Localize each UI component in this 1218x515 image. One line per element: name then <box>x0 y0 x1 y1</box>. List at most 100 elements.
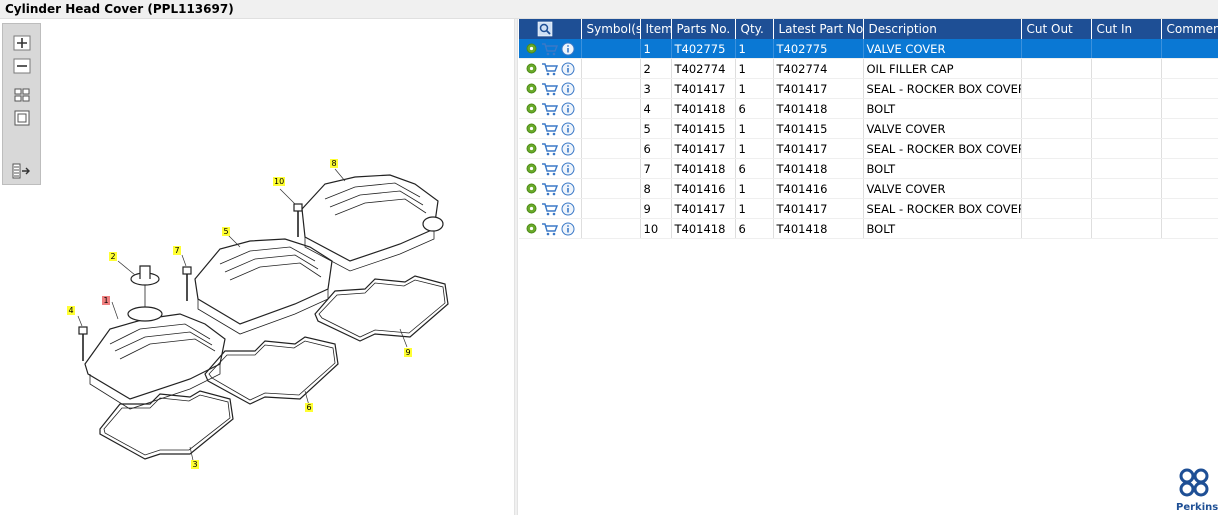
info-icon[interactable] <box>561 202 575 216</box>
description-cell: VALVE COVER <box>863 178 1022 199</box>
callout-3[interactable]: 3 <box>193 460 198 469</box>
gear-icon[interactable] <box>525 102 538 115</box>
part-no-cell: T401416 <box>671 178 736 199</box>
symbols-cell <box>581 198 641 219</box>
item-cell: 7 <box>640 158 672 179</box>
table-row[interactable]: 3 T401417 1 T401417 SEAL - ROCKER BOX COVER <box>519 78 1218 99</box>
info-icon[interactable] <box>561 42 575 56</box>
cut-out-cell <box>1021 39 1092 59</box>
callout-10[interactable]: 10 <box>274 177 284 186</box>
qty-cell: 1 <box>735 118 774 139</box>
info-icon[interactable] <box>561 82 575 96</box>
column-header-item[interactable]: Item <box>640 19 672 39</box>
callout-4[interactable]: 4 <box>69 306 74 315</box>
gear-icon[interactable] <box>525 82 538 95</box>
callout-8[interactable]: 8 <box>332 159 337 168</box>
fit-page-button[interactable] <box>12 86 32 103</box>
comment-cell <box>1161 218 1218 239</box>
item-cell: 9 <box>640 198 672 219</box>
viewer-toolbar <box>2 23 41 185</box>
column-header-cut-out[interactable]: Cut Out <box>1021 19 1092 39</box>
symbols-cell <box>581 218 641 239</box>
column-header-cut-in[interactable]: Cut In <box>1091 19 1162 39</box>
cart-icon[interactable] <box>541 182 558 196</box>
qty-cell: 1 <box>735 58 774 79</box>
table-row[interactable]: 5 T401415 1 T401415 VALVE COVER <box>519 118 1218 139</box>
column-header-symbols[interactable]: Symbol(s) <box>581 19 641 39</box>
table-row[interactable]: 10 T401418 6 T401418 BOLT <box>519 218 1218 239</box>
cut-in-cell <box>1091 138 1162 159</box>
zoom-out-button[interactable] <box>12 57 32 74</box>
info-icon[interactable] <box>561 182 575 196</box>
table-row[interactable]: 7 T401418 6 T401418 BOLT <box>519 158 1218 179</box>
callout-6[interactable]: 6 <box>307 403 312 412</box>
zoom-in-button[interactable] <box>12 34 32 51</box>
cut-out-cell <box>1021 138 1092 159</box>
perkins-logo-text: Perkins <box>1176 502 1218 513</box>
column-header-latest-part-no[interactable]: Latest Part No. <box>773 19 864 39</box>
column-header-qty[interactable]: Qty. <box>735 19 774 39</box>
description-cell: BOLT <box>863 158 1022 179</box>
column-header-part-no[interactable]: Parts No. <box>671 19 736 39</box>
info-icon[interactable] <box>561 162 575 176</box>
latest-part-no-cell: T401417 <box>773 78 864 99</box>
qty-cell: 1 <box>735 198 774 219</box>
cart-icon[interactable] <box>541 142 558 156</box>
table-row[interactable]: 9 T401417 1 T401417 SEAL - ROCKER BOX COVER <box>519 198 1218 219</box>
cart-icon[interactable] <box>541 82 558 96</box>
cart-icon[interactable] <box>541 42 558 56</box>
valve-cover-1-shape <box>84 313 226 400</box>
cart-icon[interactable] <box>541 222 558 236</box>
comment-cell <box>1161 138 1218 159</box>
qty-cell: 1 <box>735 39 774 59</box>
column-header-description[interactable]: Description <box>863 19 1022 39</box>
table-row[interactable]: 6 T401417 1 T401417 SEAL - ROCKER BOX COVER <box>519 138 1218 159</box>
callout-1[interactable]: 1 <box>104 296 109 305</box>
gear-icon[interactable] <box>525 162 538 175</box>
zoom-in-icon <box>13 35 31 50</box>
cart-icon[interactable] <box>541 102 558 116</box>
column-header-comment[interactable]: Comment <box>1161 19 1218 39</box>
toggle-layout-button[interactable] <box>12 162 32 179</box>
gear-icon[interactable] <box>525 142 538 155</box>
cart-icon[interactable] <box>541 162 558 176</box>
symbols-cell <box>581 78 641 99</box>
cart-icon[interactable] <box>541 202 558 216</box>
table-row[interactable]: 1 T402775 1 T402775 VALVE COVER <box>519 39 1218 59</box>
actual-size-button[interactable] <box>12 109 32 126</box>
gear-icon[interactable] <box>525 62 538 75</box>
row-tools <box>519 39 582 59</box>
gear-icon[interactable] <box>525 182 538 195</box>
callout-5[interactable]: 5 <box>224 227 229 236</box>
cut-out-cell <box>1021 58 1092 79</box>
gear-icon[interactable] <box>525 202 538 215</box>
fit-page-icon <box>14 88 30 101</box>
table-row[interactable]: 4 T401418 6 T401418 BOLT <box>519 98 1218 119</box>
cut-in-cell <box>1091 98 1162 119</box>
actual-size-icon <box>14 110 30 125</box>
table-row[interactable]: 2 T402774 1 T402774 OIL FILLER CAP <box>519 58 1218 79</box>
info-icon[interactable] <box>561 62 575 76</box>
callout-2[interactable]: 2 <box>111 252 116 261</box>
table-row[interactable]: 8 T401416 1 T401416 VALVE COVER <box>519 178 1218 199</box>
info-icon[interactable] <box>561 102 575 116</box>
search-icon[interactable] <box>537 21 553 37</box>
comment-cell <box>1161 78 1218 99</box>
latest-part-no-cell: T401416 <box>773 178 864 199</box>
gear-icon[interactable] <box>525 222 538 235</box>
cart-icon[interactable] <box>541 62 558 76</box>
info-icon[interactable] <box>561 142 575 156</box>
seal-3-shape <box>99 390 234 460</box>
gear-icon[interactable] <box>525 42 538 55</box>
exploded-parts-diagram[interactable]: 1 2 3 4 5 6 7 8 9 10 <box>50 129 470 479</box>
info-icon[interactable] <box>561 222 575 236</box>
callout-7[interactable]: 7 <box>175 246 180 255</box>
cart-icon[interactable] <box>541 122 558 136</box>
info-icon[interactable] <box>561 122 575 136</box>
illustration-pane[interactable]: 1 2 3 4 5 6 7 8 9 10 <box>0 19 514 515</box>
item-cell: 4 <box>640 98 672 119</box>
column-header-tools[interactable] <box>519 19 582 39</box>
gear-icon[interactable] <box>525 122 538 135</box>
callout-9[interactable]: 9 <box>406 348 411 357</box>
latest-part-no-cell: T401418 <box>773 98 864 119</box>
